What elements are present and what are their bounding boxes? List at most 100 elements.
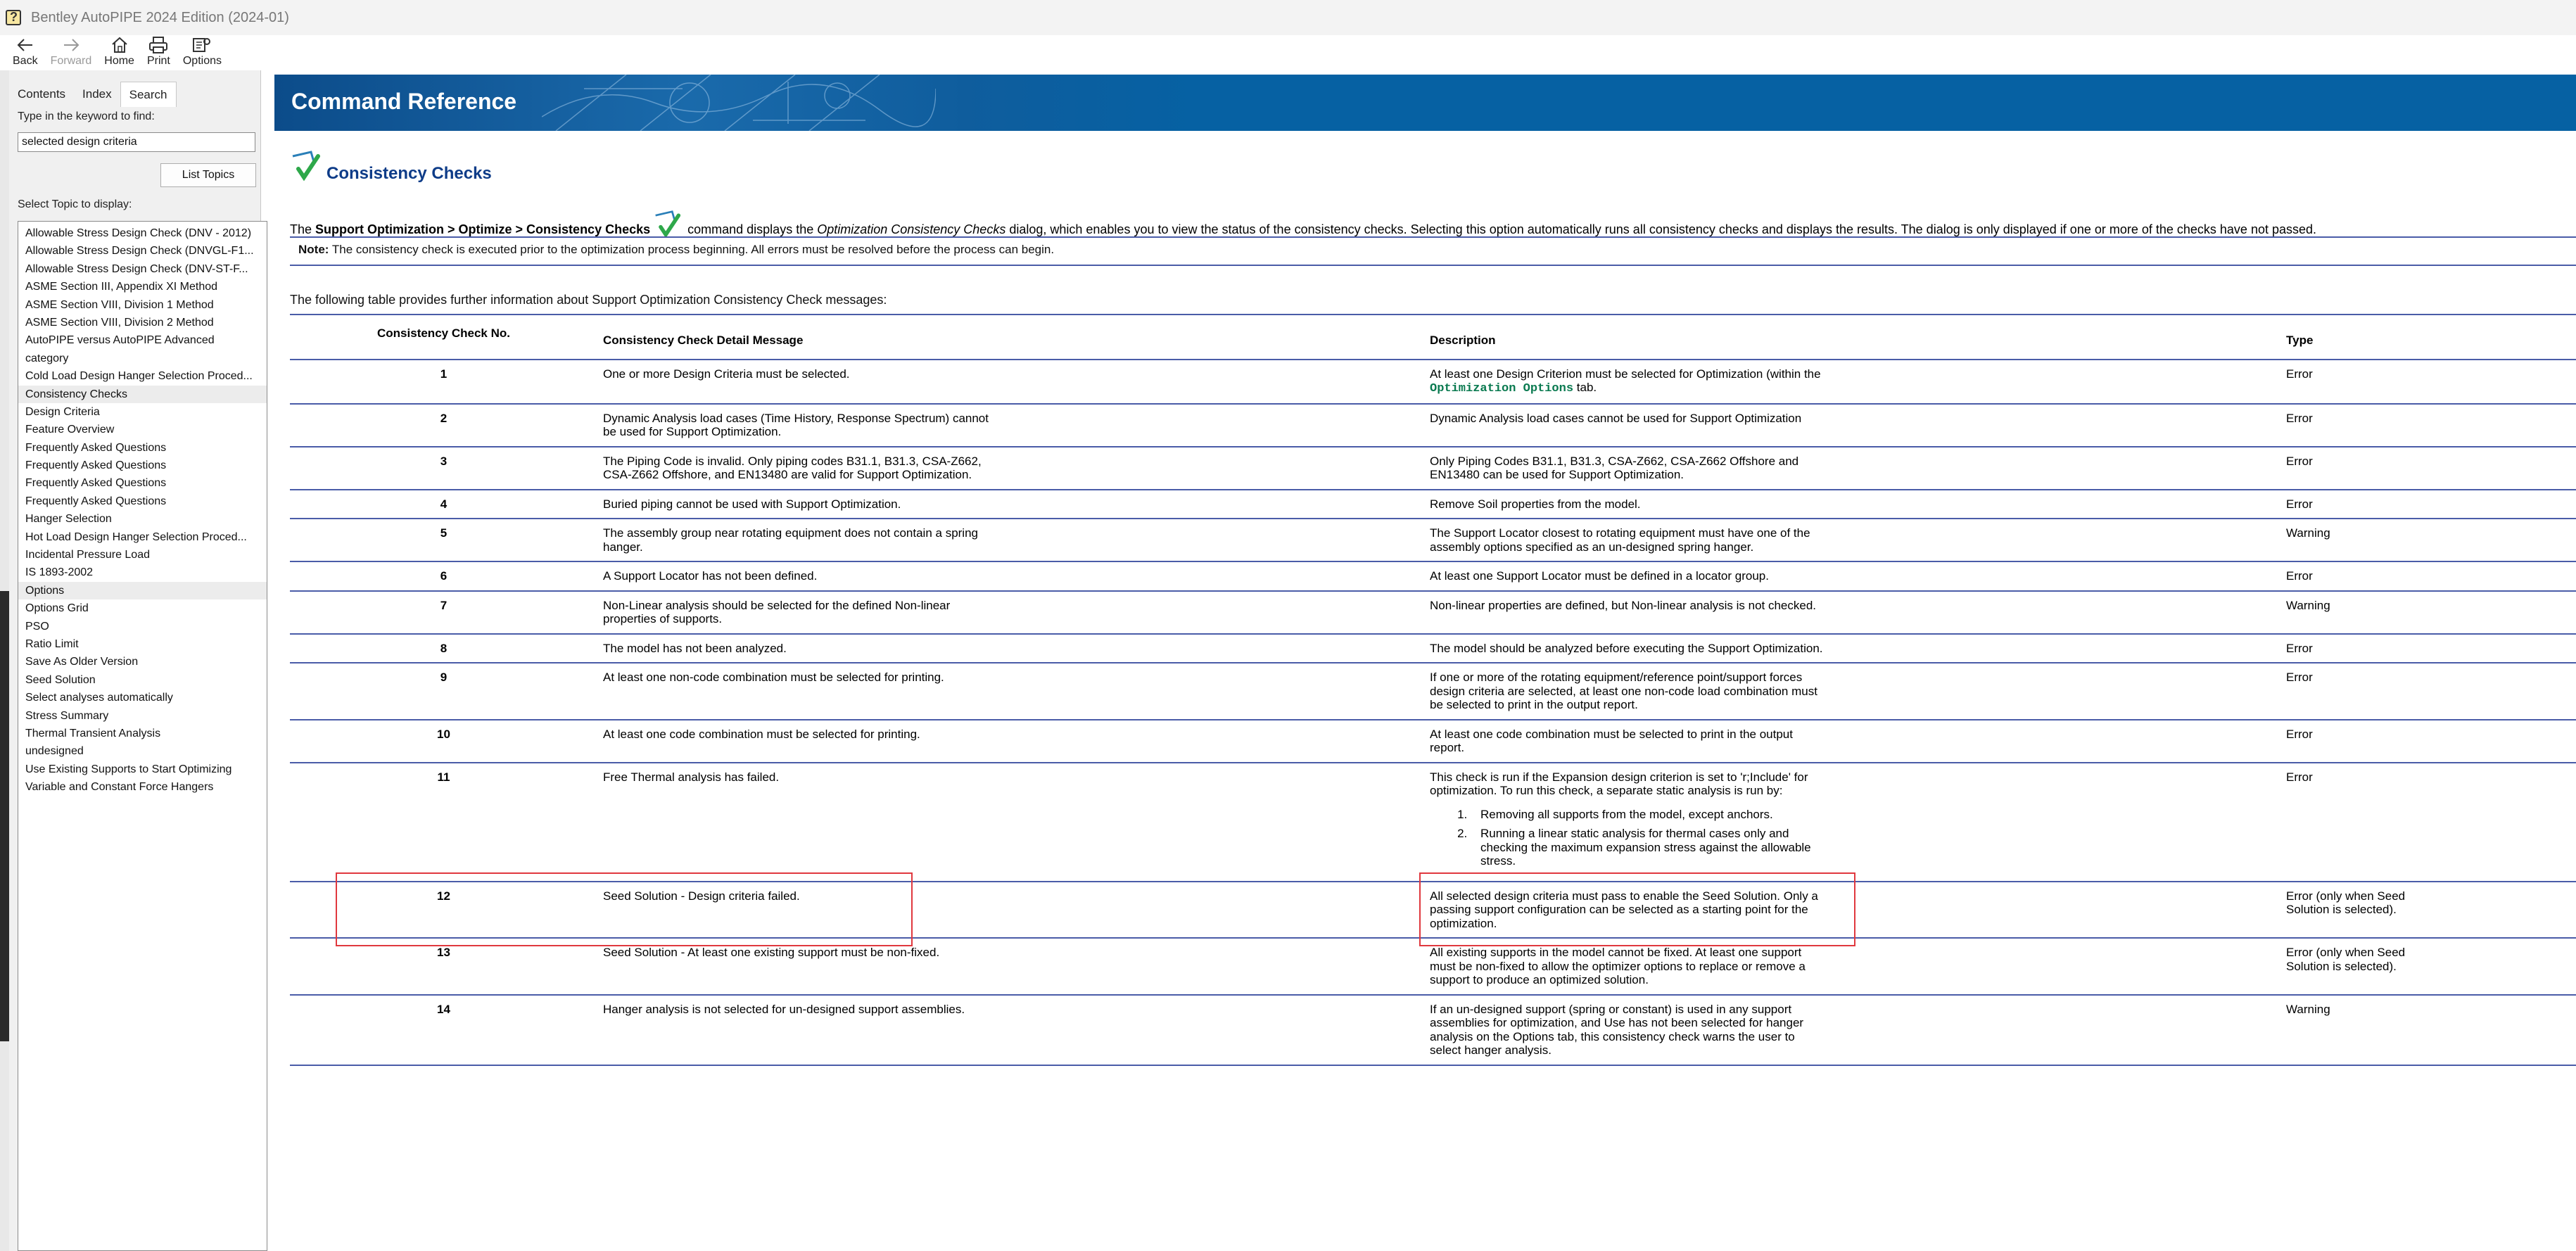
note-text: The consistency check is executed prior … (329, 243, 1055, 256)
description-text: If an un-designed support (spring or con… (1430, 1002, 1804, 1058)
check-number: 1 (290, 359, 597, 405)
description-text: All existing supports in the model canno… (1430, 946, 1806, 986)
table-row: 4 Buried piping cannot be used with Suppo… (290, 489, 2576, 519)
table-row: 3 The Piping Code is invalid. Only piping… (290, 446, 2576, 490)
header-type: Type (2280, 315, 2576, 360)
table-row: 14 Hanger analysis is not selected for un… (290, 994, 2576, 1066)
topic-list-item[interactable]: Seed Solution (18, 671, 267, 689)
table-row: 1 One or more Design Criteria must be sel… (290, 359, 2576, 405)
nav-tabs: Contents Index Search (9, 82, 177, 107)
topic-list-item[interactable]: Incidental Pressure Load (18, 546, 267, 564)
topic-list-item[interactable]: IS 1893-2002 (18, 564, 267, 581)
check-type: Error (2286, 454, 2313, 468)
table-row: 8 The model has not been analyzed. The mod… (290, 633, 2576, 663)
check-number: 4 (290, 489, 597, 519)
check-description: If an un-designed support (spring or con… (1430, 1003, 1824, 1058)
menu-path: Support Optimization > Optimize > Consis… (315, 222, 651, 236)
table-row: 7 Non-Linear analysis should be selected … (290, 590, 2576, 635)
topic-list-item[interactable]: category (18, 350, 267, 367)
topic-list[interactable]: Allowable Stress Design Check (DNV - 201… (18, 221, 267, 1251)
print-button[interactable]: Print (147, 35, 170, 68)
tab-index[interactable]: Index (74, 82, 120, 107)
table-row: 12 Seed Solution - Design criteria failed… (290, 881, 2576, 939)
check-number: 7 (290, 590, 597, 635)
list-topics-button[interactable]: List Topics (160, 163, 256, 187)
topic-list-item[interactable]: AutoPIPE versus AutoPIPE Advanced (18, 331, 267, 349)
description-text: The model should be analyzed before exec… (1430, 641, 1823, 655)
topic-list-item[interactable]: Allowable Stress Design Check (DNV-ST-F.… (18, 260, 267, 278)
topic-list-item[interactable]: Design Criteria (18, 403, 267, 421)
check-message: One or more Design Criteria must be sele… (603, 367, 850, 381)
page-heading: Consistency Checks (290, 149, 492, 185)
description-text: The Support Locator closest to rotating … (1430, 526, 1810, 554)
topic-list-item[interactable]: ASME Section VIII, Division 1 Method (18, 296, 267, 314)
topic-list-item[interactable]: Frequently Asked Questions (18, 474, 267, 492)
check-description: The Support Locator closest to rotating … (1430, 526, 1824, 554)
topic-list-item[interactable]: Consistency Checks (18, 385, 267, 403)
topic-list-item[interactable]: ASME Section III, Appendix XI Method (18, 278, 267, 296)
description-text: All selected design criteria must pass t… (1430, 889, 1818, 930)
forward-button[interactable]: Forward (50, 35, 92, 68)
table-row: 5 The assembly group near rotating equipm… (290, 519, 2576, 562)
check-number: 3 (290, 446, 597, 490)
home-button[interactable]: Home (104, 35, 134, 68)
topic-list-item[interactable]: ASME Section VIII, Division 2 Method (18, 314, 267, 331)
check-number: 11 (290, 762, 597, 882)
topic-list-item[interactable]: Cold Load Design Hanger Selection Proced… (18, 367, 267, 385)
desktop-edge (0, 70, 9, 1251)
check-type: Error (2286, 770, 2313, 784)
topic-list-item[interactable]: undesigned (18, 742, 267, 760)
table-row: 11 Free Thermal analysis has failed. This … (290, 762, 2576, 882)
tab-search[interactable]: Search (120, 82, 177, 107)
topic-list-item[interactable]: Ratio Limit (18, 635, 267, 653)
toolbar: Back Forward Home Print Options (0, 35, 2576, 70)
consistency-check-icon (290, 149, 321, 185)
check-message: Seed Solution - Design criteria failed. (603, 889, 800, 903)
note-box: Note: The consistency check is executed … (290, 236, 2576, 266)
check-type: Warning (2286, 526, 2330, 540)
search-input[interactable] (18, 132, 255, 152)
topic-list-item[interactable]: Options Grid (18, 599, 267, 617)
topic-list-item[interactable]: Select analyses automatically (18, 689, 267, 706)
topic-list-item[interactable]: Thermal Transient Analysis (18, 725, 267, 742)
navigation-pane: Contents Index Search Type in the keywor… (9, 70, 267, 1251)
check-number: 14 (290, 994, 597, 1066)
table-row: 2 Dynamic Analysis load cases (Time Histo… (290, 403, 2576, 447)
check-message: A Support Locator has not been defined. (603, 569, 818, 583)
check-description: Dynamic Analysis load cases cannot be us… (1430, 412, 1824, 426)
topic-list-item[interactable]: Hanger Selection (18, 510, 267, 528)
description-text: At least one code combination must be se… (1430, 727, 1793, 755)
topic-list-item[interactable]: Allowable Stress Design Check (DNV - 201… (18, 224, 267, 242)
check-number: 2 (290, 403, 597, 447)
options-label: Options (182, 55, 222, 67)
check-description: At least one code combination must be se… (1430, 728, 1824, 755)
topic-list-item[interactable]: Options (18, 581, 267, 600)
topic-list-item[interactable]: PSO (18, 618, 267, 635)
check-message: Hanger analysis is not selected for un-d… (603, 1002, 965, 1016)
topic-list-item[interactable]: Feature Overview (18, 421, 267, 438)
topic-list-item[interactable]: Variable and Constant Force Hangers (18, 778, 267, 796)
topic-list-item[interactable]: Use Existing Supports to Start Optimizin… (18, 761, 267, 778)
topic-list-label: Select Topic to display: (18, 198, 132, 210)
help-viewer-window: Bentley AutoPIPE 2024 Edition (2024-01) … (0, 0, 2576, 1251)
check-description: Remove Soil properties from the model. (1430, 497, 1824, 512)
options-button[interactable]: Options (183, 35, 222, 68)
topic-list-item[interactable]: Frequently Asked Questions (18, 439, 267, 457)
page-title: Consistency Checks (326, 163, 492, 183)
topic-list-item[interactable]: Frequently Asked Questions (18, 493, 267, 510)
check-number: 12 (290, 881, 597, 939)
check-type: Error (2286, 727, 2313, 741)
forward-label: Forward (50, 55, 92, 67)
optimization-options-link[interactable]: Optimization Options (1430, 382, 1573, 395)
tab-contents[interactable]: Contents (9, 82, 74, 107)
topic-list-item[interactable]: Hot Load Design Hanger Selection Proced.… (18, 528, 267, 546)
topic-list-item[interactable]: Save As Older Version (18, 653, 267, 671)
forward-arrow-icon (61, 35, 82, 55)
topic-list-item[interactable]: Allowable Stress Design Check (DNVGL-F1.… (18, 242, 267, 260)
consistency-check-table: Consistency Check No. Consistency Check … (290, 314, 2576, 1066)
topic-list-item[interactable]: Frequently Asked Questions (18, 457, 267, 474)
back-button[interactable]: Back (13, 35, 38, 68)
topic-list-item[interactable]: Stress Summary (18, 707, 267, 725)
check-type: Warning (2286, 598, 2330, 612)
check-number: 8 (290, 633, 597, 663)
